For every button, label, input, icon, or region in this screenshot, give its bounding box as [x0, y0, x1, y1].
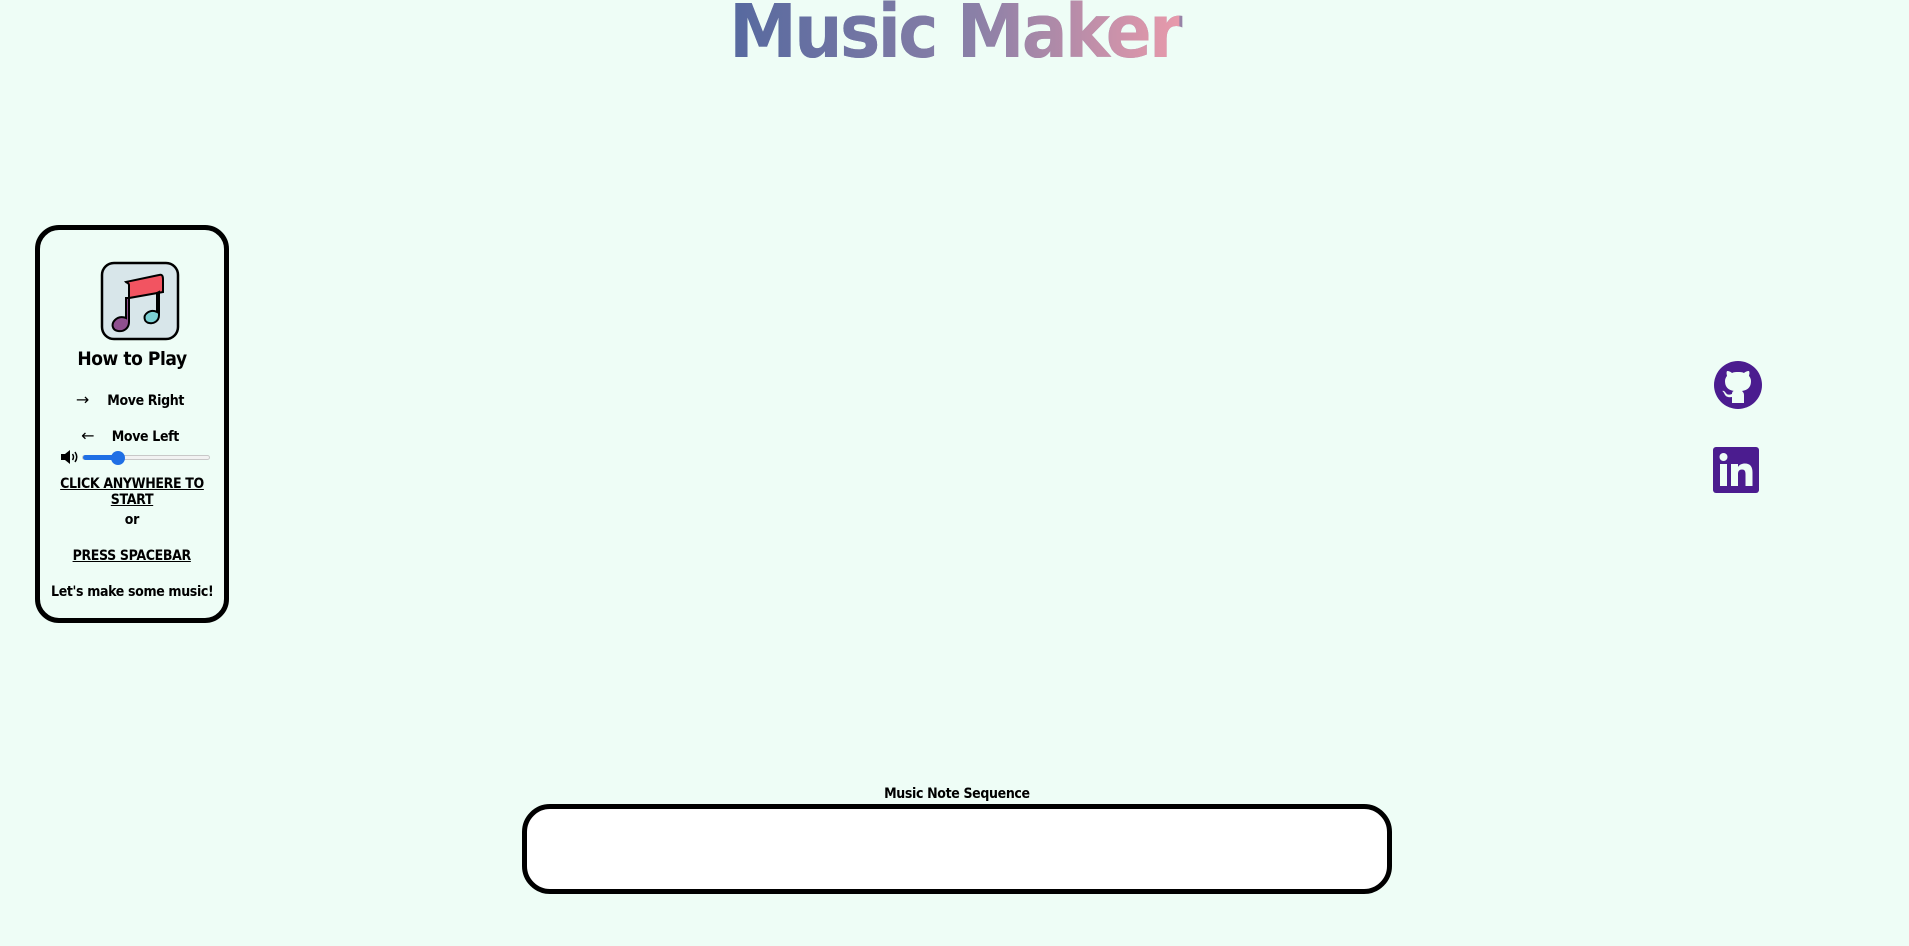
move-left-row: ← Move Left: [40, 426, 224, 445]
linkedin-icon[interactable]: [1713, 447, 1759, 493]
volume-control: [60, 447, 212, 467]
or-label: or: [124, 512, 140, 528]
press-spacebar-link[interactable]: PRESS SPACEBAR: [40, 548, 224, 564]
volume-slider-thumb[interactable]: [111, 451, 126, 465]
volume-slider[interactable]: [82, 451, 210, 465]
or-text: or: [40, 512, 224, 528]
music-note-sequence-box: [522, 804, 1392, 894]
sequence-label: Music Note Sequence: [884, 786, 1030, 802]
press-spacebar-label[interactable]: PRESS SPACEBAR: [73, 548, 192, 564]
volume-icon: [61, 450, 78, 464]
move-left-label: Move Left: [111, 429, 180, 445]
github-icon[interactable]: [1713, 360, 1763, 410]
how-to-play-panel: How to Play → Move Right ← Move Left CLICK…: [35, 225, 229, 623]
arrow-right-icon: →: [75, 390, 89, 409]
tagline-text: Let's make some music!: [40, 584, 224, 600]
click-to-start-link[interactable]: CLICK ANYWHERE TO START: [40, 476, 224, 508]
move-right-label: Move Right: [107, 393, 184, 409]
click-to-start-label[interactable]: CLICK ANYWHERE TO START: [49, 476, 215, 508]
music-note-icon: [100, 261, 180, 341]
page-title: Music Maker: [76, 0, 1832, 72]
how-to-play-heading: How to Play: [77, 348, 187, 370]
arrow-left-icon: ←: [81, 426, 95, 445]
move-right-row: → Move Right: [40, 390, 224, 409]
tagline-label: Let's make some music!: [50, 584, 214, 600]
